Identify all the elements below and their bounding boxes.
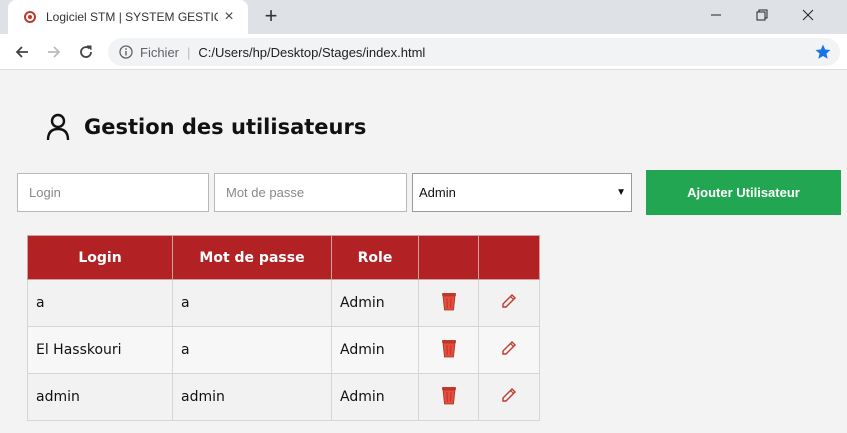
cell-role: Admin (331, 279, 419, 327)
role-select-value: Admin (419, 185, 456, 200)
users-table: Login Mot de passe Role a a Admin El Has… (27, 235, 540, 421)
column-header-edit (478, 235, 540, 280)
column-header-login: Login (27, 235, 173, 280)
url-text[interactable]: C:/Users/hp/Desktop/Stages/index.html (198, 45, 425, 60)
column-header-delete (418, 235, 479, 280)
column-header-password: Mot de passe (172, 235, 332, 280)
role-select[interactable]: Admin ▼ (412, 173, 632, 212)
page-header: Gestion des utilisateurs (46, 110, 366, 144)
cell-login: El Hasskouri (27, 326, 173, 374)
pencil-icon[interactable] (501, 293, 517, 313)
cell-password: a (172, 279, 332, 327)
cell-password: a (172, 326, 332, 374)
reload-button[interactable] (74, 40, 98, 64)
cell-edit (478, 326, 540, 374)
table-header-row: Login Mot de passe Role (27, 235, 540, 280)
new-tab-button[interactable]: + (259, 4, 283, 28)
cell-role: Admin (331, 373, 419, 421)
url-scheme-label: Fichier (140, 44, 180, 60)
forward-button[interactable] (42, 40, 66, 64)
bookmark-star-icon[interactable] (814, 43, 832, 61)
cell-login: a (27, 279, 173, 327)
table-row: admin admin Admin (27, 373, 540, 421)
add-user-button[interactable]: Ajouter Utilisateur (646, 170, 841, 215)
table-row: a a Admin (27, 279, 540, 327)
browser-tab[interactable]: Logiciel STM | SYSTEM GESTION × (8, 0, 248, 34)
login-input[interactable] (17, 173, 209, 212)
url-separator: | (187, 44, 191, 60)
page-title: Gestion des utilisateurs (84, 115, 367, 139)
cell-edit (478, 279, 540, 327)
minimize-button[interactable] (693, 0, 739, 30)
info-icon[interactable] (118, 44, 134, 60)
trash-icon[interactable] (440, 291, 458, 315)
favicon-icon (22, 9, 38, 25)
cell-password: admin (172, 373, 332, 421)
back-button[interactable] (10, 40, 34, 64)
trash-icon[interactable] (440, 338, 458, 362)
chevron-down-icon: ▼ (616, 187, 626, 198)
browser-toolbar: Fichier | C:/Users/hp/Desktop/Stages/ind… (0, 34, 847, 70)
password-input[interactable] (214, 173, 407, 212)
pencil-icon[interactable] (501, 340, 517, 360)
address-bar[interactable]: Fichier | C:/Users/hp/Desktop/Stages/ind… (108, 38, 840, 66)
cell-login: admin (27, 373, 173, 421)
close-window-button[interactable] (785, 0, 831, 30)
trash-icon[interactable] (440, 385, 458, 409)
cell-edit (478, 373, 540, 421)
user-icon (46, 113, 70, 141)
cell-delete (418, 326, 479, 374)
tab-title: Logiciel STM | SYSTEM GESTION (46, 10, 218, 24)
close-tab-icon[interactable]: × (222, 9, 236, 25)
browser-titlebar: Logiciel STM | SYSTEM GESTION × + (0, 0, 847, 34)
pencil-icon[interactable] (501, 387, 517, 407)
cell-delete (418, 279, 479, 327)
cell-delete (418, 373, 479, 421)
table-row: El Hasskouri a Admin (27, 326, 540, 374)
cell-role: Admin (331, 326, 419, 374)
restore-button[interactable] (739, 0, 785, 30)
column-header-role: Role (331, 235, 419, 280)
